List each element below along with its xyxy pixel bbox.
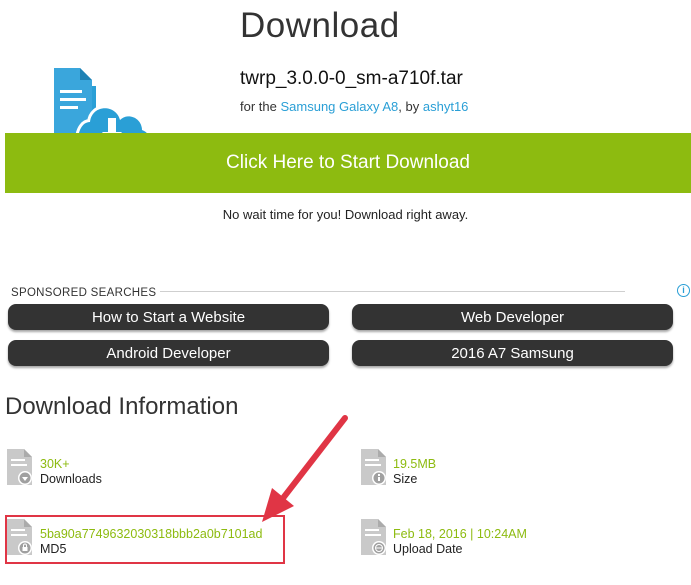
device-link[interactable]: Samsung Galaxy A8 [280, 99, 398, 114]
sponsored-search-item[interactable]: Android Developer [8, 340, 329, 366]
file-meta-line: for the Samsung Galaxy A8, by ashyt16 [240, 99, 468, 114]
sponsored-search-item[interactable]: Web Developer [352, 304, 673, 330]
downloads-value: 30K+ [40, 457, 70, 471]
section-heading: Download Information [5, 393, 239, 420]
annotation-arrow [262, 415, 348, 522]
size-value: 19.5MB [393, 457, 437, 471]
sponsored-label: SPONSORED SEARCHES [11, 287, 157, 299]
upload-date-label: Upload Date [393, 542, 463, 556]
globe-file-icon [361, 519, 386, 555]
for-prefix: for the [240, 99, 277, 114]
size-label: Size [393, 472, 418, 486]
by-text: , by [398, 99, 420, 114]
upload-date-value: Feb 18, 2016 | 10:24AM [393, 527, 527, 541]
sponsored-search-item[interactable]: 2016 A7 Samsung [352, 340, 673, 366]
sponsored-search-item[interactable]: How to Start a Website [8, 304, 329, 330]
md5-highlight-box [5, 515, 285, 564]
divider [160, 291, 625, 292]
page-title: Download [240, 6, 400, 45]
author-link[interactable]: ashyt16 [423, 99, 469, 114]
ad-info-icon[interactable]: i [677, 284, 690, 297]
file-name: twrp_3.0.0-0_sm-a710f.tar [240, 68, 463, 89]
start-download-button[interactable]: Click Here to Start Download [5, 133, 691, 193]
download-file-icon [7, 449, 32, 485]
downloads-label: Downloads [40, 472, 102, 486]
no-wait-text: No wait time for you! Download right awa… [222, 207, 469, 222]
info-file-icon [361, 449, 386, 485]
